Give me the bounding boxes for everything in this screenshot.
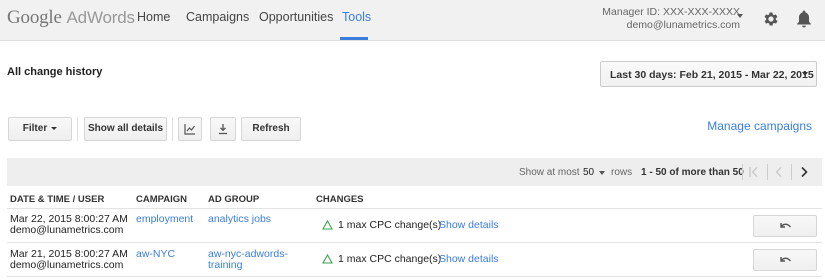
pager-divider <box>791 164 792 180</box>
manager-id: Manager ID: XXX-XXX-XXXX <box>602 6 740 18</box>
line-chart-icon <box>184 124 195 135</box>
campaign-link[interactable]: employment <box>136 214 193 225</box>
pager-divider <box>742 164 743 180</box>
filter-label: Filter <box>22 123 48 134</box>
next-page-icon[interactable] <box>798 166 810 178</box>
toolbar-divider <box>172 117 173 141</box>
undo-button[interactable] <box>753 215 817 237</box>
undo-icon <box>780 257 791 262</box>
ad-group-link-continued[interactable]: training <box>208 260 242 271</box>
row-divider <box>7 208 822 209</box>
nav-opportunities[interactable]: Opportunities <box>259 10 333 24</box>
previous-page-icon[interactable] <box>773 166 785 178</box>
page-title: All change history <box>7 66 103 78</box>
logo-product-text: AdWords <box>66 8 135 27</box>
change-description: 1 max CPC change(s) <box>338 219 442 231</box>
account-email: demo@lunametrics.com <box>626 19 740 31</box>
undo-button[interactable] <box>753 249 817 271</box>
nav-campaigns[interactable]: Campaigns <box>186 10 249 24</box>
change-user: demo@lunametrics.com <box>10 259 124 271</box>
chevron-down-icon <box>51 126 58 130</box>
show-details-link[interactable]: Show details <box>439 254 499 265</box>
rows-label: rows <box>611 167 633 178</box>
show-details-link[interactable]: Show details <box>439 220 499 231</box>
row-range-label: 1 - 50 of more than 50 <box>641 167 744 178</box>
campaign-link[interactable]: aw-NYC <box>136 249 175 260</box>
show-all-details-button[interactable]: Show all details <box>84 117 167 141</box>
refresh-button[interactable]: Refresh <box>241 117 301 141</box>
row-divider <box>7 242 822 243</box>
adwords-logo[interactable]: Google AdWords <box>7 7 135 29</box>
manage-campaigns-link[interactable]: Manage campaigns <box>707 119 812 133</box>
chevron-down-icon[interactable] <box>599 171 605 175</box>
change-triangle-icon <box>322 220 333 230</box>
pagination-bar: Show at most 50 rows 1 - 50 of more than… <box>7 158 822 186</box>
download-icon <box>219 124 227 135</box>
active-tab-indicator <box>340 37 368 40</box>
date-range-selector[interactable]: Last 30 days: Feb 21, 2015 - Mar 22, 201… <box>600 61 817 87</box>
first-page-icon[interactable] <box>748 166 760 178</box>
nav-tools[interactable]: Tools <box>342 10 371 24</box>
column-header-datetime[interactable]: DATE & TIME / USER <box>10 194 104 205</box>
column-header-ad-group[interactable]: AD GROUP <box>208 194 259 205</box>
change-description: 1 max CPC change(s) <box>338 253 442 265</box>
chevron-down-icon[interactable] <box>737 14 743 18</box>
chart-button[interactable] <box>178 117 202 141</box>
change-user: demo@lunametrics.com <box>10 224 124 236</box>
show-at-most-label: Show at most <box>519 167 580 178</box>
change-triangle-icon <box>322 254 333 264</box>
bell-icon[interactable] <box>796 10 812 28</box>
column-header-campaign[interactable]: CAMPAIGN <box>136 194 187 205</box>
date-range-label: Last 30 days: Feb 21, 2015 - Mar 22, 201… <box>610 69 814 81</box>
download-button[interactable] <box>210 117 236 141</box>
gear-icon[interactable] <box>762 10 780 28</box>
account-switcher[interactable]: Manager ID: XXX-XXX-XXXX demo@lunametric… <box>602 6 740 32</box>
ad-group-link[interactable]: analytics jobs <box>208 214 271 225</box>
filter-button[interactable]: Filter <box>8 117 72 141</box>
top-nav-bar: Google AdWords Home Campaigns Opportunit… <box>0 0 825 41</box>
toolbar-divider <box>77 117 78 141</box>
page-size-select[interactable]: 50 <box>583 167 594 178</box>
undo-icon <box>780 223 791 228</box>
logo-google-text: Google <box>7 7 62 28</box>
pager-divider <box>767 164 768 180</box>
chevron-down-icon <box>802 72 808 76</box>
row-divider <box>7 276 822 277</box>
column-header-changes[interactable]: CHANGES <box>316 194 364 205</box>
nav-home[interactable]: Home <box>137 10 170 24</box>
